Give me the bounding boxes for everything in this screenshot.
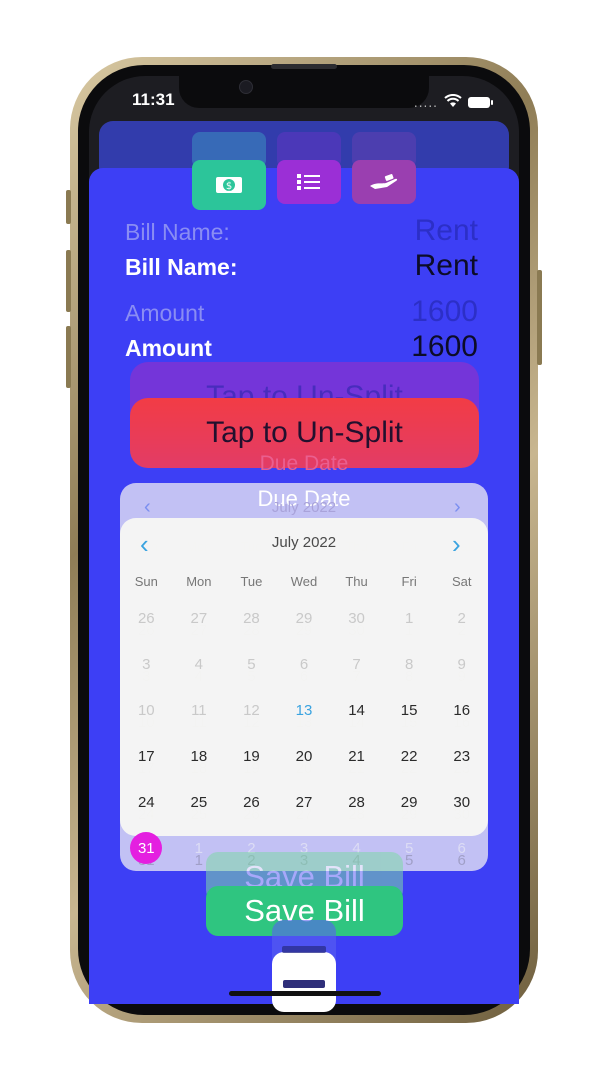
calendar-day[interactable]: 30 (435, 779, 488, 825)
bill-name-label: Bill Name: (125, 254, 238, 280)
prev-month-icon[interactable]: ‹ (140, 529, 149, 560)
weekday-label: Fri (401, 573, 417, 589)
battery-icon (468, 97, 493, 108)
calendar-day[interactable]: 16 (435, 687, 488, 733)
ghost-bill-name-value: Rent (414, 214, 478, 247)
calendar-day[interactable]: 7 (330, 641, 383, 687)
calendar-day[interactable]: 5 (225, 641, 278, 687)
calendar-day[interactable]: 14 (330, 687, 383, 733)
list-icon (297, 174, 320, 190)
calendar-day[interactable]: 18 (173, 733, 226, 779)
ghost-due-date-label: Due Date (259, 452, 349, 475)
notch (179, 76, 429, 108)
calendar-day[interactable]: 2 (435, 595, 488, 641)
bill-name-value[interactable]: Rent (330, 249, 478, 283)
calendar-day[interactable]: 26 (120, 595, 173, 641)
ghost-bill-name-label: Bill Name: (125, 219, 230, 245)
next-month-icon[interactable]: › (452, 529, 461, 560)
weekday-label: Sun (134, 573, 158, 589)
calendar-day[interactable]: 17 (120, 733, 173, 779)
money-icon: $ (216, 177, 242, 193)
hand-icon (370, 174, 398, 189)
hand-tab[interactable] (352, 160, 416, 204)
calendar-day[interactable]: 29 (278, 595, 331, 641)
calendar-day[interactable]: 25 (173, 779, 226, 825)
signal-icon: ..... (413, 95, 438, 110)
weekday-label: Wed (290, 573, 318, 589)
bottom-tab[interactable] (272, 952, 336, 1012)
ghost-amount-label: Amount (125, 300, 205, 326)
tab-bar-icon (283, 980, 325, 988)
calendar-month-label: July 2022 (271, 534, 337, 551)
calendar-day[interactable]: 13 (278, 687, 331, 733)
money-tab[interactable]: $ (192, 160, 266, 210)
calendar-day[interactable]: 4 (173, 641, 226, 687)
power-button (537, 270, 542, 365)
calendar-day[interactable]: 20 (278, 733, 331, 779)
weekday-label: Thu (345, 573, 368, 589)
wifi-icon (444, 93, 462, 112)
camera-icon (239, 80, 253, 94)
status-time: 11:31 (132, 90, 175, 109)
calendar-day[interactable]: 22 (383, 733, 436, 779)
calendar-day[interactable]: 26 (225, 779, 278, 825)
calendar-day[interactable]: 19 (225, 733, 278, 779)
weekday-label: Sat (451, 573, 472, 589)
calendar-day[interactable]: 3 (120, 641, 173, 687)
calendar-day[interactable]: 30 (330, 595, 383, 641)
volume-up-button (66, 250, 71, 312)
calendar-day[interactable]: 9 (435, 641, 488, 687)
weekday-row: Sun Mon Tue Wed Thu Fri Sat (120, 571, 488, 591)
calendar-day[interactable]: 11 (173, 687, 226, 733)
weekday-label: Tue (240, 573, 263, 589)
calendar-day[interactable]: 21 (330, 733, 383, 779)
ghost-prev-icon: ‹ (144, 496, 151, 518)
calendar-day[interactable]: 31 (120, 825, 173, 871)
selected-day[interactable]: 31 (130, 832, 163, 864)
ghost-amount-value: 1600 (411, 295, 478, 328)
calendar-day[interactable]: 28 (330, 779, 383, 825)
calendar-day[interactable]: 10 (120, 687, 173, 733)
calendar-day[interactable]: 15 (383, 687, 436, 733)
ghost-month-label: July 2022 (271, 499, 337, 516)
day-grid: 26 27 28 29 30 1 2 3 4 5 6 7 8 9 10 11 12 13 14 15 16 17 18 19 2… (120, 595, 488, 871)
svg-text:$: $ (226, 181, 232, 192)
calendar-day[interactable]: 28 (225, 595, 278, 641)
calendar-day[interactable]: 8 (383, 641, 436, 687)
speaker-grille (271, 64, 337, 69)
calendar-day[interactable]: 6 (278, 641, 331, 687)
mute-switch (66, 190, 71, 224)
ghost-tab-bar-icon (282, 946, 326, 953)
calendar-day[interactable]: 24 (120, 779, 173, 825)
home-indicator (229, 991, 381, 996)
status-icons: ..... (413, 93, 493, 112)
amount-label: Amount (125, 335, 212, 361)
weekday-label: Mon (186, 573, 212, 589)
calendar-day[interactable]: 12 (225, 687, 278, 733)
volume-down-button (66, 326, 71, 388)
calendar-day[interactable]: 23 (435, 733, 488, 779)
calendar-day[interactable]: 27 (278, 779, 331, 825)
calendar-day[interactable]: 1 (383, 595, 436, 641)
calendar-day[interactable]: 27 (173, 595, 226, 641)
calendar-day[interactable]: 6 (435, 825, 488, 871)
calendar-day[interactable]: 29 (383, 779, 436, 825)
ghost-next-icon: › (454, 496, 461, 518)
list-tab[interactable] (277, 160, 341, 204)
amount-value[interactable]: 1600 (330, 330, 478, 364)
